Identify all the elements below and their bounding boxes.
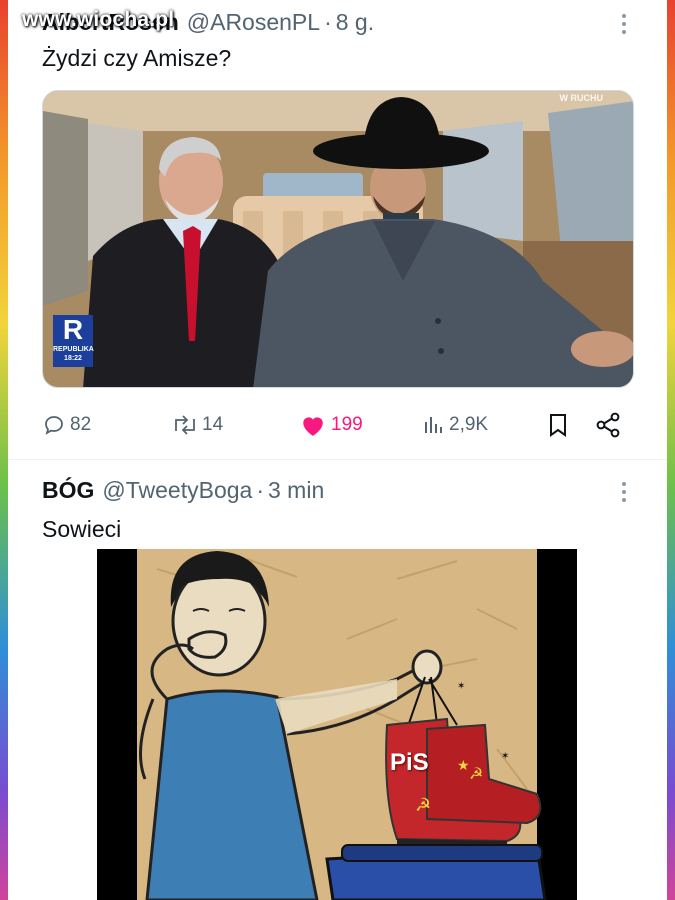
tweet-time[interactable]: 8 g. bbox=[336, 9, 374, 36]
separator-dot: · bbox=[256, 476, 264, 503]
more-options-icon[interactable] bbox=[621, 14, 627, 34]
reply-button[interactable]: 82 bbox=[42, 413, 91, 437]
pis-label: PiS bbox=[390, 749, 429, 776]
tweet-arosen[interactable]: AlbertRosen @ARosenPL · 8 g. Żydzi czy A… bbox=[8, 0, 667, 460]
republika-channel-logo: R REPUBLIKA 18:22 bbox=[53, 315, 94, 367]
meme-illustration: ☭ ☭ ★ ✶ ✶ bbox=[97, 549, 577, 900]
tweet-image-meme[interactable]: ☭ ☭ ★ ✶ ✶ PiS bbox=[97, 549, 577, 900]
tweet-text: Sowieci bbox=[42, 516, 122, 542]
rainbow-border-right bbox=[667, 0, 675, 900]
retweet-count: 14 bbox=[202, 414, 224, 435]
more-options-icon[interactable] bbox=[621, 482, 627, 502]
like-button[interactable]: 199 bbox=[300, 413, 363, 437]
reply-icon bbox=[45, 416, 63, 435]
views-button[interactable]: 2,9K bbox=[422, 413, 488, 437]
svg-text:✶: ✶ bbox=[457, 681, 465, 692]
retweet-button[interactable]: 14 bbox=[170, 413, 223, 437]
tweet-actions: 82 14 199 2,9K bbox=[42, 408, 627, 442]
program-tag: W RUCHU bbox=[559, 93, 604, 103]
share-icon bbox=[596, 412, 620, 438]
tweet-video-thumbnail[interactable]: R REPUBLIKA 18:22 W RUCHU bbox=[42, 90, 634, 388]
like-count: 199 bbox=[331, 414, 363, 435]
car-interior-photo bbox=[43, 91, 633, 387]
author-handle[interactable]: @ARosenPL bbox=[187, 9, 320, 36]
timeline-feed: AlbertRosen @ARosenPL · 8 g. Żydzi czy A… bbox=[8, 0, 667, 900]
watermark: www.wiocha.pl bbox=[22, 8, 175, 31]
rainbow-border-left bbox=[0, 0, 8, 900]
views-chart-icon bbox=[425, 417, 442, 433]
svg-text:☭: ☭ bbox=[469, 764, 483, 783]
share-button[interactable] bbox=[595, 412, 621, 438]
separator-dot: · bbox=[324, 8, 332, 35]
tweet-time[interactable]: 3 min bbox=[268, 477, 324, 504]
retweet-icon bbox=[175, 415, 195, 435]
svg-text:☭: ☭ bbox=[415, 795, 431, 816]
author-handle[interactable]: @TweetyBoga bbox=[102, 477, 252, 504]
bookmark-icon bbox=[550, 414, 566, 437]
bookmark-button[interactable] bbox=[547, 412, 569, 438]
svg-text:✶: ✶ bbox=[501, 751, 509, 762]
reply-count: 82 bbox=[70, 414, 92, 435]
tweet-header: BÓG @TweetyBoga · 3 min bbox=[42, 474, 324, 506]
views-count: 2,9K bbox=[449, 414, 489, 435]
author-name[interactable]: BÓG bbox=[42, 477, 94, 504]
svg-text:★: ★ bbox=[457, 758, 470, 774]
heart-icon bbox=[303, 417, 323, 436]
tweet-text: Żydzi czy Amisze? bbox=[42, 45, 232, 71]
